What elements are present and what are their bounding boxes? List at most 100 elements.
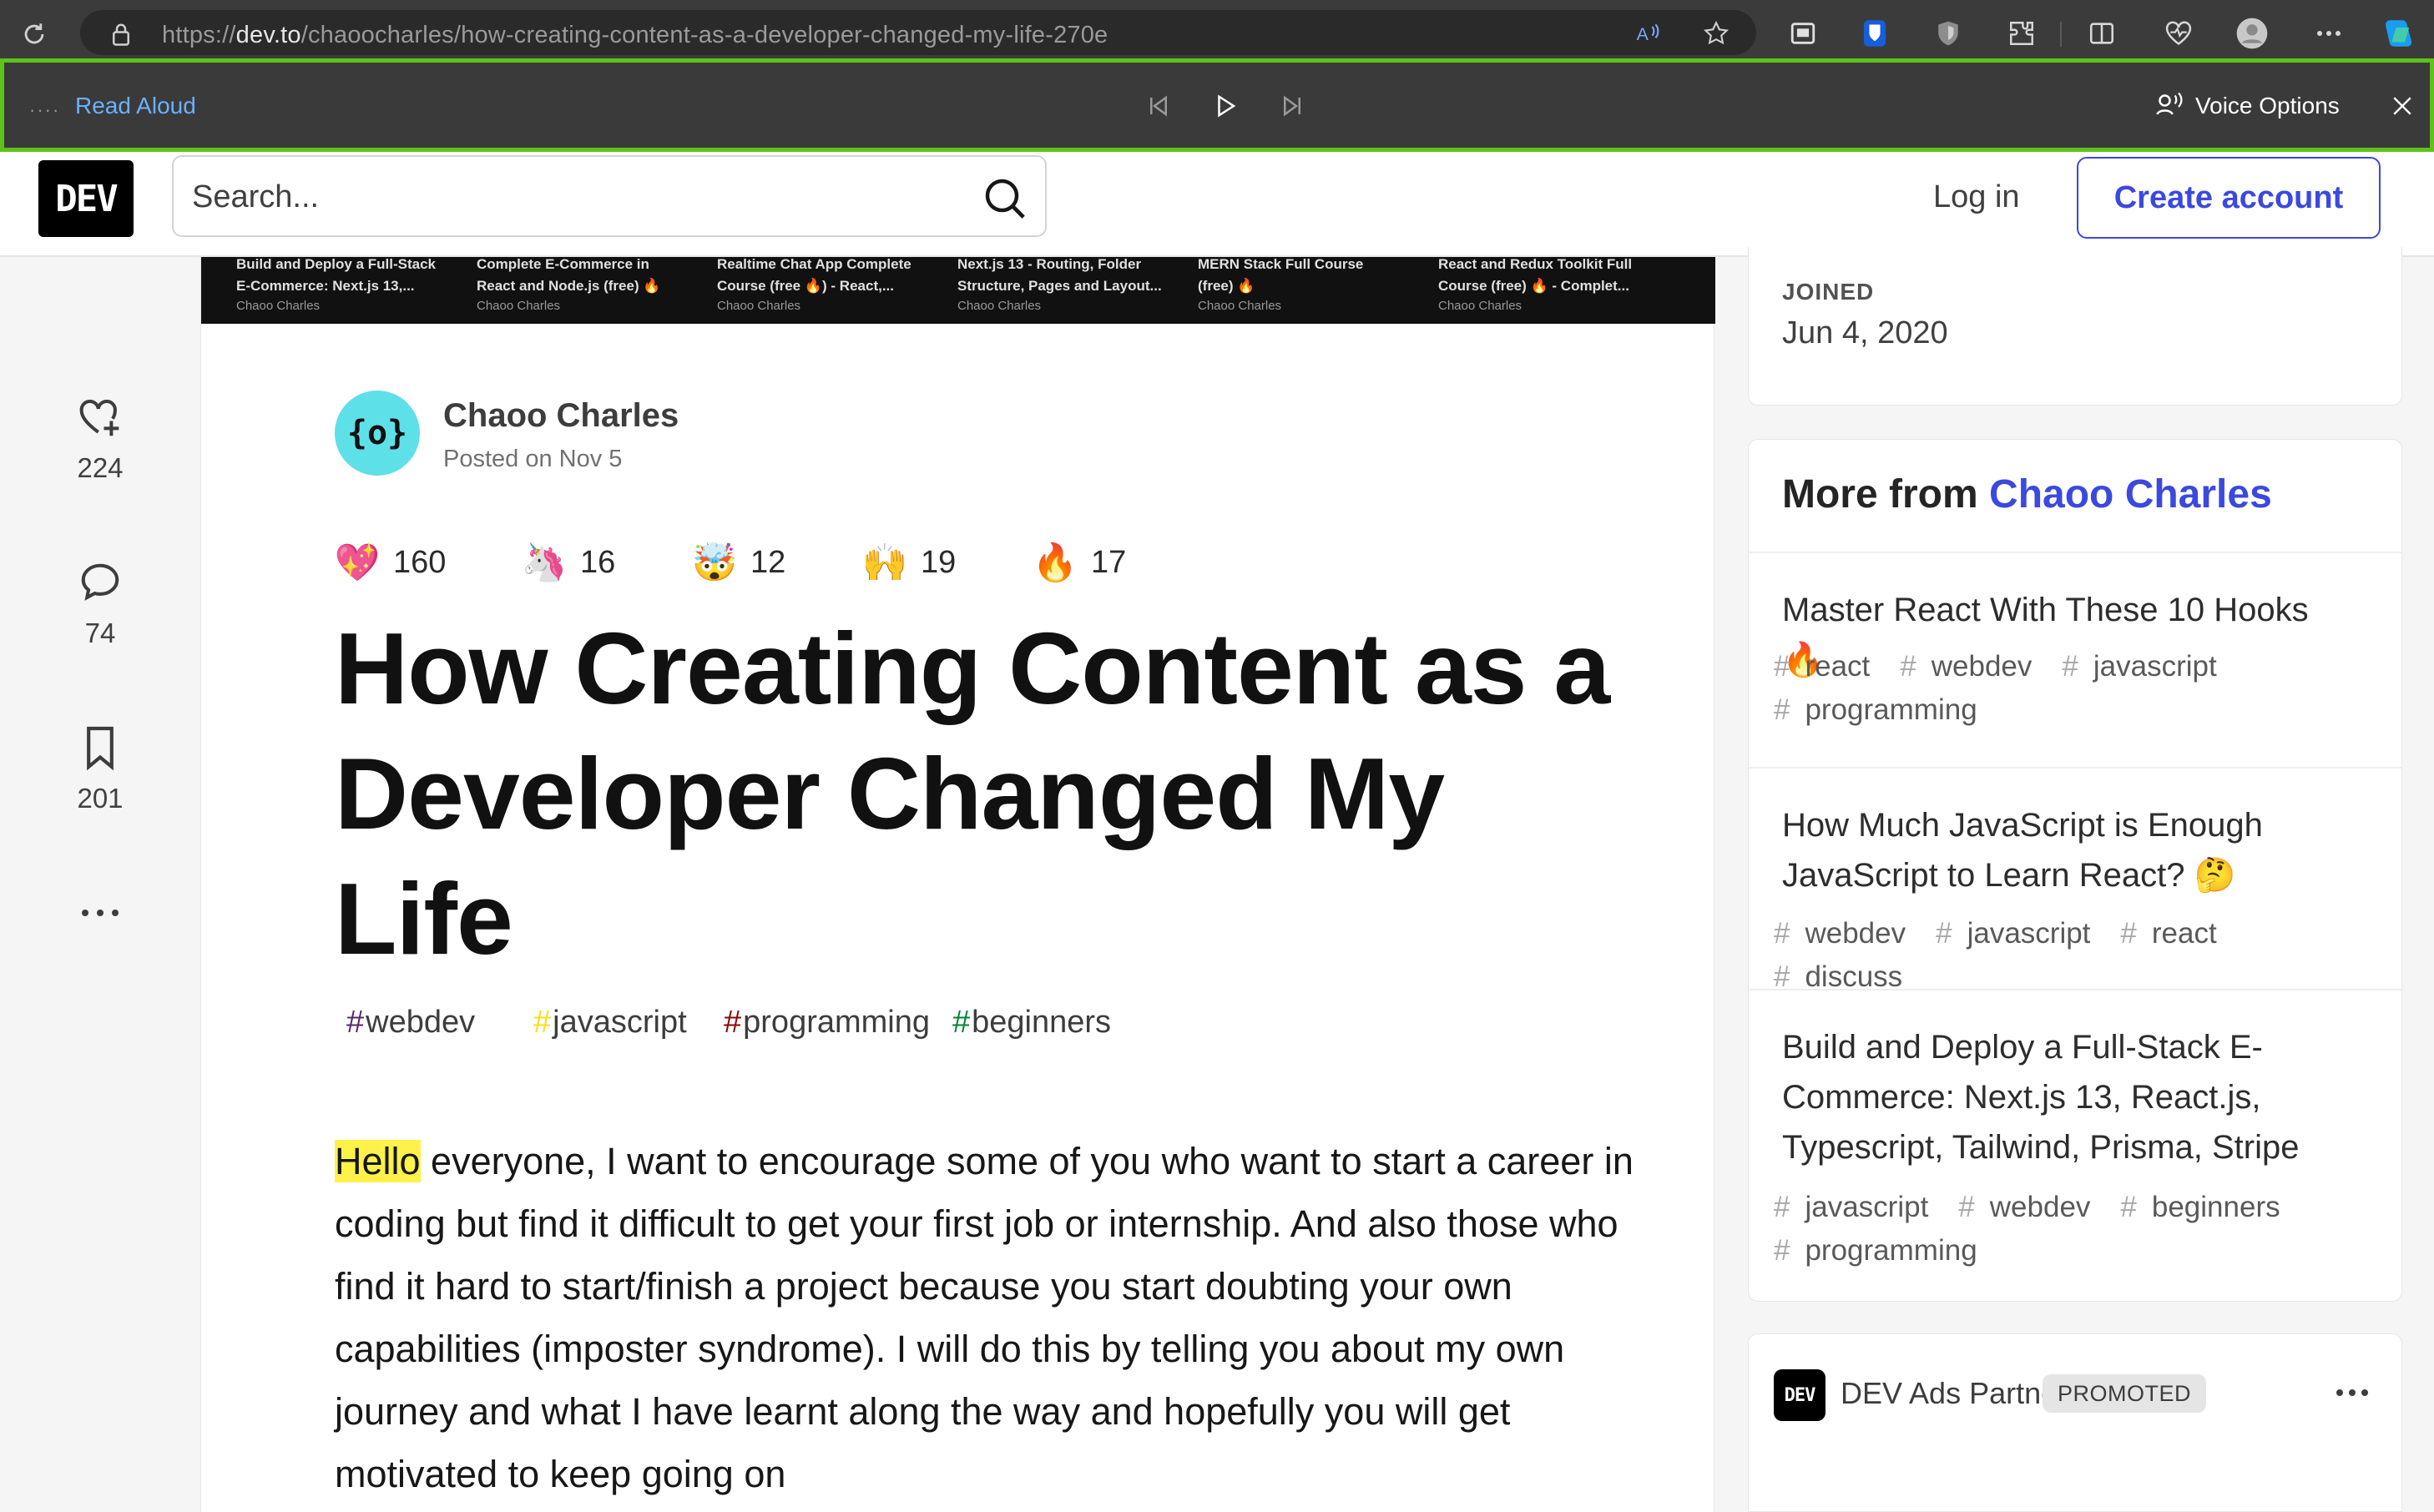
tag-link[interactable]: # react	[1774, 645, 1885, 688]
browser-essentials-icon[interactable]	[2160, 15, 2197, 52]
create-account-button[interactable]: Create account	[2077, 157, 2381, 239]
shield-extension-icon[interactable]	[1930, 15, 1967, 52]
article-body-text: everyone, I want to encourage some of yo…	[335, 1140, 1634, 1495]
reaction-exploding-head[interactable]: 🤯 12	[691, 537, 786, 587]
more-item-title[interactable]: How Much JavaScript is Enough JavaScript…	[1782, 800, 2358, 900]
lock-icon[interactable]	[110, 22, 132, 51]
reaction-unicorn[interactable]: 🦄 16	[522, 537, 616, 587]
tab-actions-icon[interactable]	[1785, 15, 1821, 52]
reaction-count: 12	[750, 544, 786, 580]
copilot-icon[interactable]	[2381, 15, 2417, 52]
url-text[interactable]: https://dev.to/chaoocharles/how-creating…	[162, 22, 1108, 49]
exploding-head-emoji-icon: 🤯	[691, 542, 738, 583]
like-action[interactable]: 224	[50, 392, 150, 484]
tag-link[interactable]: #programming	[1774, 1229, 1992, 1273]
tag-label: programming	[1805, 693, 1977, 726]
tag-label: javascript	[1805, 1191, 1929, 1223]
profile-avatar-icon[interactable]	[2234, 15, 2270, 52]
tag-label: webdev	[366, 1005, 476, 1040]
previous-icon[interactable]	[1140, 88, 1177, 124]
close-icon[interactable]	[2386, 89, 2419, 123]
split-screen-icon[interactable]	[2083, 15, 2120, 52]
tag-hash: #	[1774, 693, 1790, 726]
search-input[interactable]	[192, 174, 943, 220]
tag-link[interactable]: # programming	[1774, 688, 1992, 732]
tag-link[interactable]: #javascript	[522, 1000, 699, 1046]
heart-plus-icon[interactable]	[50, 392, 150, 442]
tag-link[interactable]: #beginners	[941, 1000, 1123, 1046]
search-box[interactable]	[172, 155, 1047, 237]
dev-logo[interactable]: DEV	[38, 160, 134, 237]
cover-card-author: Chaoo Charles	[717, 299, 801, 313]
site-header: DEV Log in Create account	[0, 152, 2434, 257]
more-actions[interactable]	[50, 888, 150, 938]
tag-link[interactable]: #webdev	[335, 1000, 487, 1046]
ad-logo[interactable]: DEV	[1774, 1369, 1826, 1421]
cover-card: Realtime Chat App Complete Course (free 🔥…	[717, 257, 942, 324]
favorite-star-icon[interactable]	[1703, 20, 1730, 47]
joined-card: JOINED Jun 4, 2020	[1748, 247, 2402, 406]
author-name[interactable]: Chaoo Charles	[443, 397, 679, 435]
tag-hash: #	[1958, 1191, 1975, 1223]
tag-link[interactable]: #programming	[712, 1000, 942, 1046]
more-dots-icon[interactable]	[50, 888, 150, 938]
tag-link[interactable]: #beginners	[2120, 1186, 2295, 1229]
tag-link[interactable]: # react	[2120, 912, 2231, 955]
voice-options-button[interactable]: Voice Options	[2154, 88, 2340, 124]
comment-action[interactable]: 74	[50, 557, 150, 649]
more-item[interactable]: How Much JavaScript is Enough JavaScript…	[1749, 767, 2401, 993]
address-bar[interactable]: https://dev.to/chaoocharles/how-creating…	[80, 10, 1756, 55]
more-item[interactable]: Build and Deploy a Full-Stack E-Commerce…	[1749, 989, 2401, 1303]
more-item-tags: # webdev # javascript # react# discuss	[1774, 912, 2358, 999]
tag-link[interactable]: #webdev	[1958, 1186, 2105, 1229]
tag-hash: #	[533, 1005, 552, 1040]
tag-link[interactable]: # javascript	[1936, 912, 2105, 955]
voice-icon	[2154, 89, 2184, 123]
play-icon[interactable]	[1207, 88, 1244, 124]
tag-link[interactable]: #javascript	[1774, 1186, 1943, 1229]
drag-handle[interactable]: ····	[29, 99, 60, 121]
tag-label: react	[1805, 650, 1871, 683]
voice-options-label: Voice Options	[2195, 93, 2340, 118]
joined-date: Jun 4, 2020	[1782, 315, 1948, 350]
reaction-heart[interactable]: 💖 160	[335, 537, 447, 587]
ad-partner-name[interactable]: DEV Ads Partner	[1841, 1376, 2068, 1411]
more-item-title[interactable]: Build and Deploy a Full-Stack E-Commerce…	[1782, 1022, 2358, 1172]
read-aloud-label: Read Aloud	[75, 93, 196, 118]
reload-icon[interactable]	[18, 18, 50, 50]
tag-hash: #	[1774, 917, 1790, 950]
login-link[interactable]: Log in	[1916, 170, 2037, 224]
tag-label: webdev	[1805, 917, 1906, 950]
author-avatar[interactable]: {o}	[335, 391, 420, 476]
reaction-count: 160	[393, 544, 447, 580]
more-menu-icon[interactable]	[2310, 15, 2347, 52]
bitwarden-extension-icon[interactable]	[1856, 15, 1893, 52]
more-item[interactable]: Master React With These 10 Hooks 🔥 # reac…	[1749, 552, 2401, 765]
cover-card-author: Chaoo Charles	[1198, 299, 1282, 313]
tag-link[interactable]: #webdev	[1900, 645, 2047, 688]
next-icon[interactable]	[1274, 88, 1310, 124]
cover-card-title: Next.js 13 - Routing, Folder Structure, P…	[957, 257, 1162, 294]
read-aloud-bar: ···· Read Aloud Voice Options	[0, 58, 2434, 152]
bookmark-action[interactable]: 201	[50, 723, 150, 814]
tag-hash: #	[1936, 917, 1952, 950]
tag-link[interactable]: # webdev	[1774, 912, 1921, 955]
tag-label: webdev	[1931, 650, 2033, 683]
search-icon[interactable]	[980, 174, 1030, 224]
article-title: How Creating Content as a Developer Chan…	[335, 612, 1610, 975]
tag-label: javascript	[1967, 917, 2091, 950]
comment-icon[interactable]	[50, 557, 150, 607]
fire-emoji-icon: 🔥	[1032, 542, 1078, 583]
reaction-raised-hands[interactable]: 🙌 19	[861, 537, 957, 587]
reaction-fire[interactable]: 🔥 17	[1032, 537, 1127, 587]
cover-card: React and Redux Toolkit Full Course (free…	[1438, 257, 1664, 324]
more-dots-icon[interactable]	[2331, 1376, 2373, 1409]
bookmark-count: 201	[77, 783, 124, 814]
raised-hands-emoji-icon: 🙌	[861, 542, 908, 583]
more-from-author-link[interactable]: Chaoo Charles	[1989, 472, 2272, 517]
tag-link[interactable]: #javascript	[2062, 645, 2231, 688]
read-aloud-icon[interactable]: A	[1634, 20, 1661, 47]
extensions-puzzle-icon[interactable]	[2003, 15, 2040, 52]
cover-card-title: Build and Deploy a Full-Stack E-Commerce:…	[236, 257, 436, 294]
bookmark-icon[interactable]	[50, 723, 150, 773]
